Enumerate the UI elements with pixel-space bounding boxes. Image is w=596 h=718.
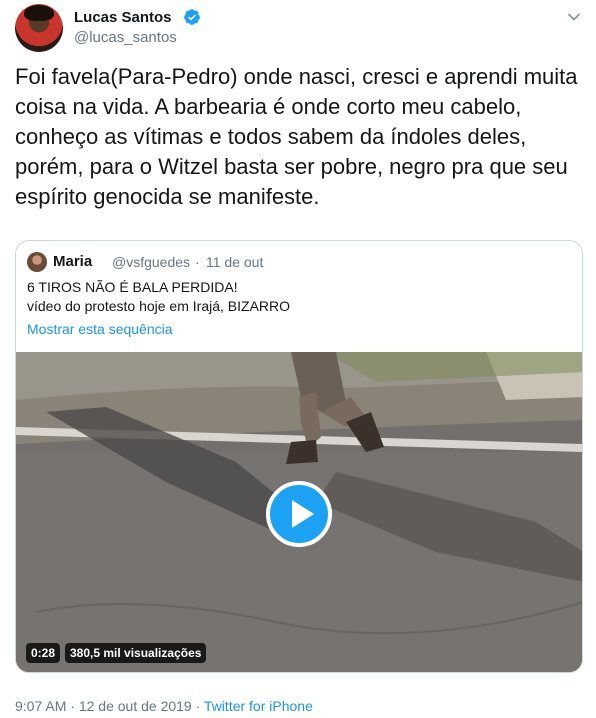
footer-separator-2: ·	[195, 698, 201, 714]
quoted-text-line-2: vídeo do protesto hoje em Irajá, BIZARRO	[27, 298, 291, 314]
tweet-footer: 9:07 AM · 12 de out de 2019 · Twitter fo…	[15, 698, 313, 714]
tweet-header: Lucas Santos @lucas_santos	[15, 4, 585, 52]
video-player[interactable]: 0:28 380,5 mil visualizações	[16, 352, 582, 672]
quoted-author-name[interactable]: Maria	[53, 253, 92, 270]
avatar[interactable]	[15, 4, 63, 52]
quoted-avatar[interactable]	[27, 252, 47, 272]
play-button[interactable]	[266, 481, 332, 547]
play-icon	[292, 500, 314, 528]
quoted-date[interactable]: 11 de out	[206, 254, 263, 270]
video-views: 380,5 mil visualizações	[65, 643, 207, 663]
show-thread-link[interactable]: Mostrar esta sequência	[27, 321, 173, 337]
chevron-down-icon[interactable]	[567, 10, 581, 24]
quoted-author-handle[interactable]: @vsfguedes	[112, 254, 190, 270]
tweet-text: Foi favela(Para-Pedro) onde nasci, cresc…	[15, 64, 584, 209]
author-handle[interactable]: @lucas_santos	[74, 29, 177, 46]
quoted-text-line-1: 6 TIROS NÃO É BALA PERDIDA!	[27, 279, 238, 295]
quoted-tweet[interactable]: Maria @vsfguedes · 11 de out 6 TIROS NÃO…	[15, 240, 583, 673]
quoted-separator: ·	[195, 254, 200, 270]
video-duration: 0:28	[26, 643, 61, 663]
footer-separator-1: ·	[70, 698, 75, 714]
tweet-date[interactable]: 12 de out de 2019	[79, 698, 192, 714]
tweet-source[interactable]: Twitter for iPhone	[204, 698, 313, 714]
avatar-hair	[24, 5, 54, 21]
tweet-time[interactable]: 9:07 AM	[15, 698, 66, 714]
verified-badge-icon	[184, 9, 200, 25]
author-name[interactable]: Lucas Santos	[74, 9, 172, 26]
